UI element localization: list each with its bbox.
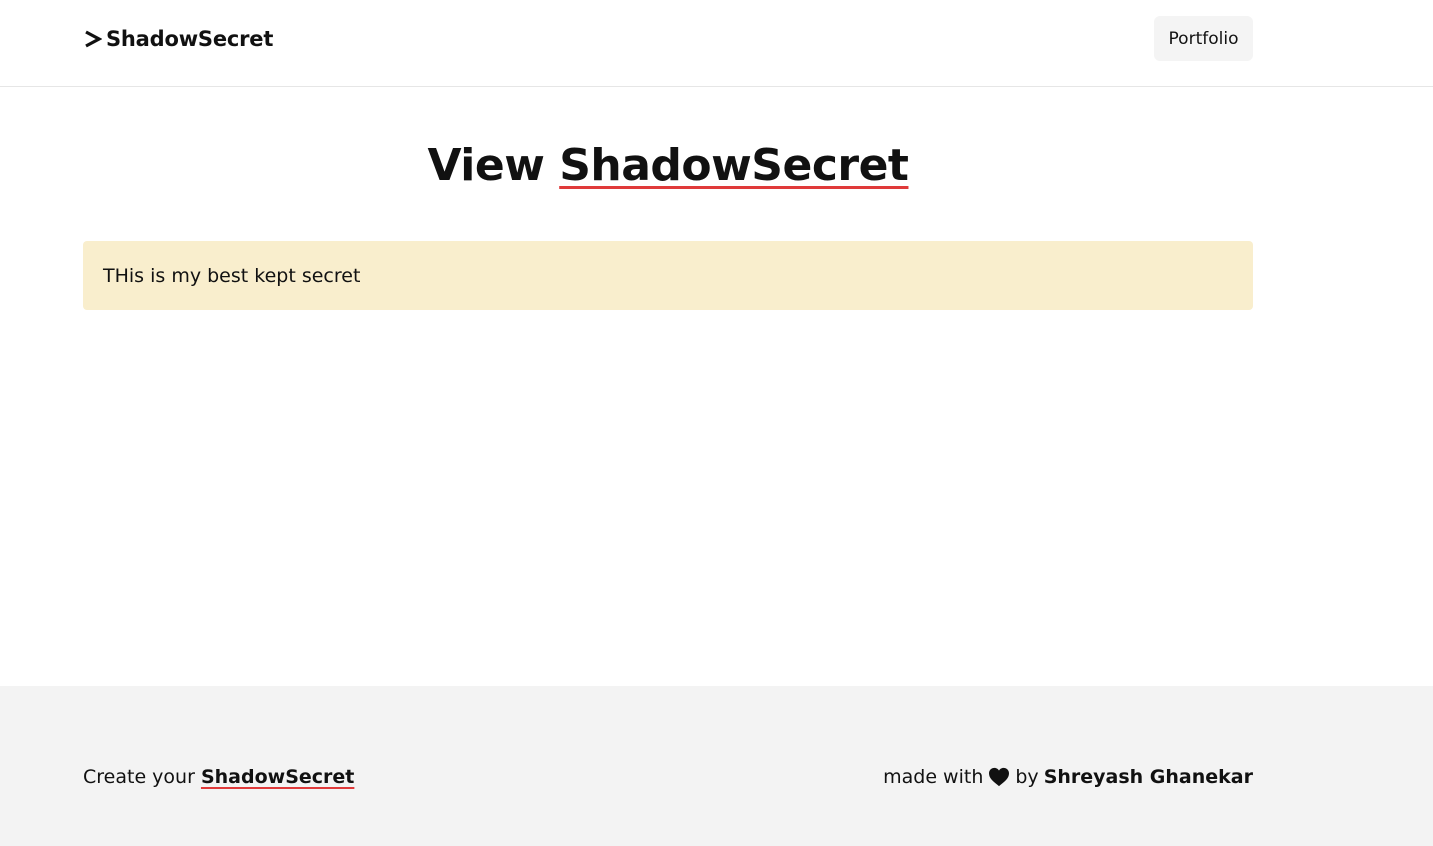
footer-create-prefix: Create your xyxy=(83,766,195,788)
page-title-highlight: ShadowSecret xyxy=(559,140,909,191)
secret-message-box: THis is my best kept secret xyxy=(83,241,1253,310)
page-title: View ShadowSecret xyxy=(0,140,1336,191)
brand-logo-link[interactable]: ShadowSecret xyxy=(84,24,273,54)
footer: Create your ShadowSecret made with by Sh… xyxy=(0,686,1433,846)
create-shadowsecret-link[interactable]: ShadowSecret xyxy=(201,766,354,788)
brand-name: ShadowSecret xyxy=(106,27,274,51)
top-navbar: ShadowSecret Portfolio xyxy=(0,0,1433,87)
portfolio-button[interactable]: Portfolio xyxy=(1154,16,1253,61)
secret-message-text: THis is my best kept secret xyxy=(103,264,361,287)
heart-icon xyxy=(988,767,1010,787)
footer-create-text: Create your ShadowSecret xyxy=(83,766,354,788)
page-title-prefix: View xyxy=(427,140,545,191)
page: ShadowSecret Portfolio View ShadowSecret… xyxy=(0,0,1433,846)
footer-by: by xyxy=(1015,766,1039,788)
chevron-right-icon xyxy=(84,30,102,48)
footer-credits: made with by Shreyash Ghanekar xyxy=(883,766,1253,788)
footer-made-with: made with xyxy=(883,766,984,788)
footer-author: Shreyash Ghanekar xyxy=(1043,766,1253,788)
